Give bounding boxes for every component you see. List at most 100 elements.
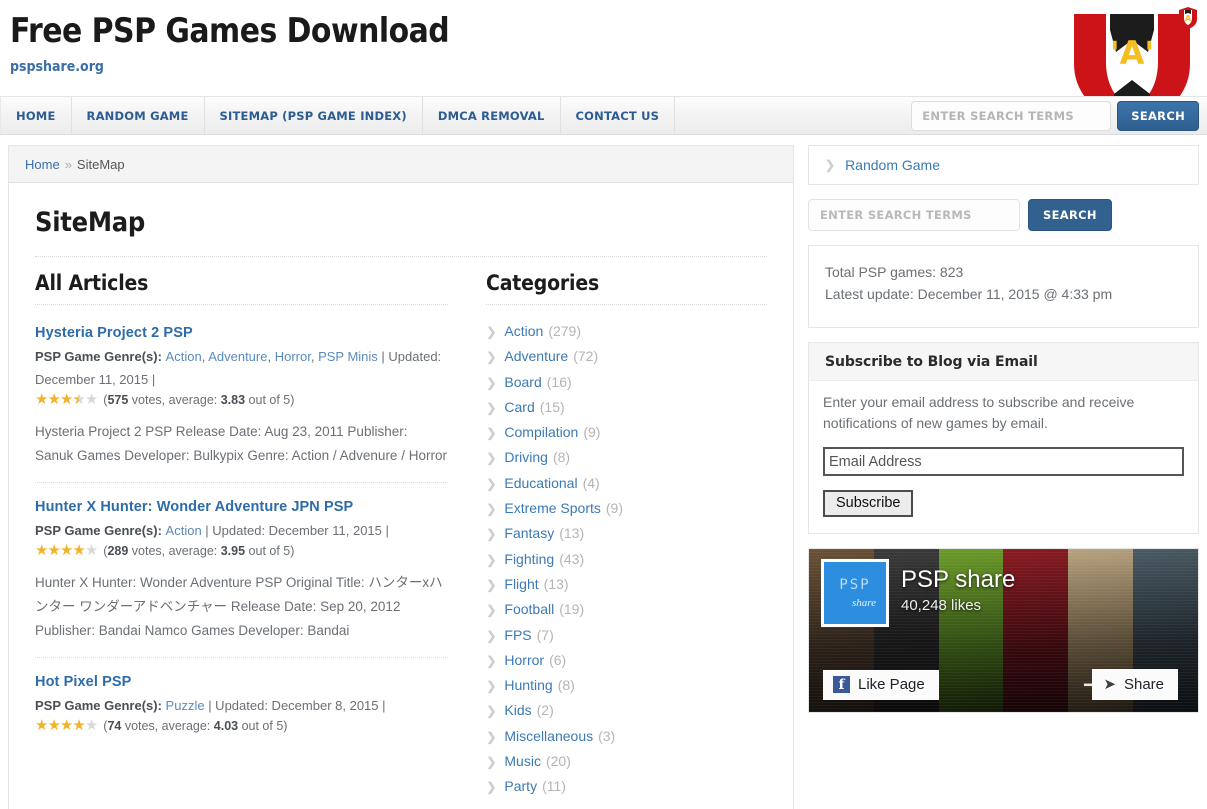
article-list: Hysteria Project 2 PSP PSP Game Genre(s):…	[35, 319, 448, 733]
site-header: Free PSP Games Download pspshare.org 'A'	[0, 0, 1207, 96]
avatar-psp-text: PSP	[839, 577, 870, 593]
star-rating[interactable]: ★★★★★	[35, 392, 97, 407]
category-item[interactable]: ❯Fantasy(13)	[486, 521, 767, 546]
category-item[interactable]: ❯Extreme Sports(9)	[486, 496, 767, 521]
nav-item-random-game[interactable]: RANDOM GAME	[72, 97, 205, 134]
article-meta: PSP Game Genre(s): Action, Adventure, Ho…	[35, 345, 448, 391]
article-item: Hunter X Hunter: Wonder Adventure JPN PS…	[35, 482, 448, 643]
chevron-right-icon: ❯	[486, 421, 496, 445]
category-name[interactable]: Adventure	[504, 344, 568, 368]
category-item[interactable]: ❯Party(11)	[486, 774, 767, 799]
breadcrumb-current: SiteMap	[77, 157, 125, 172]
star-icon: ★	[47, 392, 59, 407]
genre-link[interactable]: Action	[166, 523, 202, 538]
category-item[interactable]: ❯Horror(6)	[486, 648, 767, 673]
article-title-link[interactable]: Hysteria Project 2 PSP	[35, 325, 448, 341]
category-name[interactable]: Kids	[504, 698, 531, 722]
category-item[interactable]: ❯Action(279)	[486, 319, 767, 344]
svg-text:A: A	[1185, 14, 1192, 23]
sidebar-item-random-game[interactable]: ❯ Random Game	[809, 146, 1198, 184]
article-title-link[interactable]: Hot Pixel PSP	[35, 674, 448, 690]
svg-text:'A': 'A'	[1110, 34, 1154, 72]
category-item[interactable]: ❯Driving(8)	[486, 445, 767, 470]
subscribe-button[interactable]: Subscribe	[823, 490, 913, 517]
nav-item-dmca-removal[interactable]: DMCA REMOVAL	[423, 97, 561, 134]
nav-item-contact-us[interactable]: CONTACT US	[561, 97, 676, 134]
category-name[interactable]: Action	[504, 319, 543, 343]
category-name[interactable]: Driving	[504, 445, 548, 469]
title-divider	[35, 256, 767, 257]
random-game-box[interactable]: ❯ Random Game	[808, 145, 1199, 185]
category-item[interactable]: ❯Flight(13)	[486, 572, 767, 597]
page-body: Home » SiteMap SiteMap All Articles Hyst…	[0, 135, 1207, 809]
facebook-share-button[interactable]: ➤ Share	[1092, 669, 1178, 700]
category-count: (15)	[540, 395, 565, 419]
category-item[interactable]: ❯Board(16)	[486, 370, 767, 395]
star-rating[interactable]: ★★★★★	[35, 543, 97, 558]
category-count: (6)	[549, 648, 566, 672]
chevron-right-icon: ❯	[825, 158, 835, 172]
email-field[interactable]	[823, 447, 1184, 476]
chevron-right-icon: ❯	[486, 446, 496, 470]
facebook-like-button[interactable]: f Like Page	[823, 670, 939, 700]
star-icon: ★	[72, 718, 84, 733]
sitemap-columns: All Articles Hysteria Project 2 PSPPSP G…	[35, 271, 767, 800]
genre-link[interactable]: Action	[166, 349, 202, 364]
category-item[interactable]: ❯FPS(7)	[486, 623, 767, 648]
header-search-button[interactable]: SEARCH	[1117, 101, 1199, 131]
subscribe-heading: Subscribe to Blog via Email	[809, 343, 1198, 381]
category-name[interactable]: Football	[504, 597, 554, 621]
sidebar-search-button[interactable]: SEARCH	[1028, 199, 1112, 231]
category-item[interactable]: ❯Card(15)	[486, 395, 767, 420]
category-item[interactable]: ❯Music(20)	[486, 749, 767, 774]
category-item[interactable]: ❯Football(19)	[486, 597, 767, 622]
genre-link[interactable]: Horror	[275, 349, 311, 364]
chevron-right-icon: ❯	[486, 624, 496, 648]
category-name[interactable]: Board	[504, 370, 541, 394]
category-item[interactable]: ❯Fighting(43)	[486, 547, 767, 572]
category-item[interactable]: ❯Hunting(8)	[486, 673, 767, 698]
category-name[interactable]: Extreme Sports	[504, 496, 600, 520]
category-name[interactable]: Card	[504, 395, 534, 419]
genre-link[interactable]: PSP Minis	[318, 349, 378, 364]
category-name[interactable]: Fantasy	[504, 521, 554, 545]
star-rating[interactable]: ★★★★★	[35, 718, 97, 733]
category-name[interactable]: Flight	[504, 572, 538, 596]
category-name[interactable]: Hunting	[504, 673, 552, 697]
category-item[interactable]: ❯Adventure(72)	[486, 344, 767, 369]
genre-link[interactable]: Puzzle	[166, 698, 205, 713]
article-item: Hysteria Project 2 PSP PSP Game Genre(s):…	[35, 319, 448, 468]
category-list: ❯Action(279)❯Adventure(72)❯Board(16)❯Car…	[486, 319, 767, 800]
category-item[interactable]: ❯Kids(2)	[486, 698, 767, 723]
sidebar: ❯ Random Game SEARCH Total PSP games: 82…	[808, 145, 1199, 809]
category-name[interactable]: FPS	[504, 623, 531, 647]
like-page-label: Like Page	[858, 676, 925, 693]
category-item[interactable]: ❯Compilation(9)	[486, 420, 767, 445]
category-item[interactable]: ❯Miscellaneous(3)	[486, 724, 767, 749]
star-icon: ★	[35, 718, 47, 733]
category-count: (3)	[598, 724, 615, 748]
star-icon: ★	[47, 718, 59, 733]
share-label: Share	[1124, 676, 1164, 693]
sidebar-search-input[interactable]	[808, 199, 1020, 231]
article-description: Hysteria Project 2 PSP Release Date: Aug…	[35, 420, 448, 468]
genre-link[interactable]: Adventure	[208, 349, 267, 364]
rating-row: ★★★★★(575 votes, average: 3.83 out of 5)	[35, 392, 448, 407]
category-name[interactable]: Music	[504, 749, 541, 773]
star-icon: ★	[72, 543, 84, 558]
article-title-link[interactable]: Hunter X Hunter: Wonder Adventure JPN PS…	[35, 499, 448, 515]
header-search-input[interactable]	[911, 101, 1111, 131]
breadcrumb-home[interactable]: Home	[25, 157, 60, 172]
category-name[interactable]: Party	[504, 774, 537, 798]
category-name[interactable]: Educational	[504, 471, 577, 495]
nav-item-home[interactable]: HOME	[0, 97, 72, 134]
nav-item-sitemap[interactable]: SITEMAP (PSP GAME INDEX)	[205, 97, 423, 134]
page-root: Free PSP Games Download pspshare.org 'A'	[0, 0, 1207, 809]
category-item[interactable]: ❯Educational(4)	[486, 471, 767, 496]
category-name[interactable]: Compilation	[504, 420, 578, 444]
category-name[interactable]: Horror	[504, 648, 544, 672]
category-count: (43)	[559, 547, 584, 571]
category-name[interactable]: Miscellaneous	[504, 724, 593, 748]
category-name[interactable]: Fighting	[504, 547, 554, 571]
chevron-right-icon: ❯	[486, 775, 496, 799]
